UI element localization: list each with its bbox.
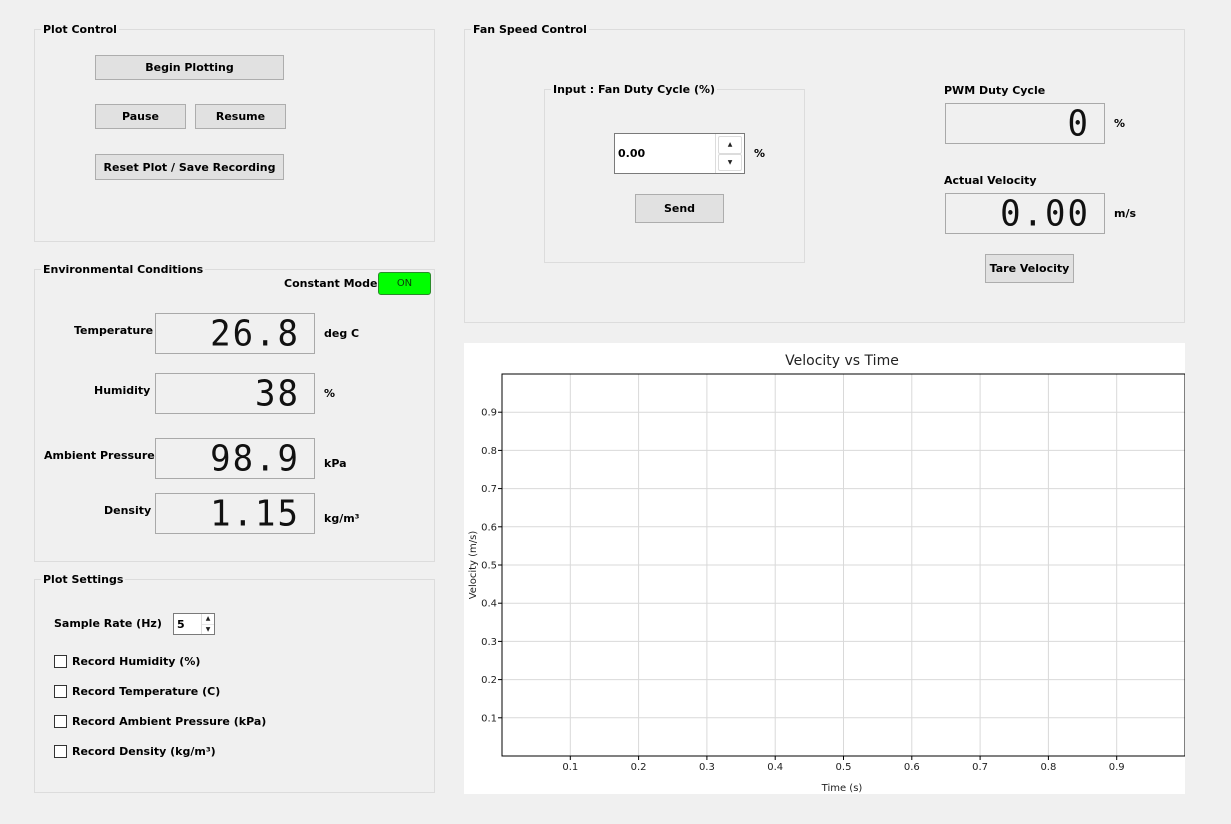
checkbox-label: Record Temperature (C) — [72, 685, 221, 698]
pressure-label: Ambient Pressure — [44, 449, 155, 462]
x-tick-label: 0.2 — [631, 762, 647, 773]
sample-rate-spinbox[interactable]: 5 ▲ ▼ — [173, 613, 215, 635]
humidity-display: 38 — [155, 373, 315, 414]
pressure-display: 98.9 — [155, 438, 315, 479]
x-tick-label: 0.1 — [562, 762, 578, 773]
sample-rate-value: 5 — [177, 617, 185, 631]
x-tick-label: 0.9 — [1109, 762, 1125, 773]
y-tick-label: 0.5 — [481, 561, 497, 572]
chart-title: Velocity vs Time — [785, 353, 899, 369]
temperature-value: 26.8 — [210, 313, 300, 354]
fan-duty-input-group: Input : Fan Duty Cycle (%) — [544, 83, 805, 263]
checkbox-label: Record Ambient Pressure (kPa) — [72, 715, 267, 728]
y-tick-label: 0.3 — [481, 637, 497, 648]
fan-duty-unit: % — [754, 147, 766, 160]
x-axis-label: Time (s) — [821, 783, 863, 794]
density-value: 1.15 — [210, 493, 300, 534]
x-tick-label: 0.5 — [836, 762, 852, 773]
constant-mode-label: Constant Mode: — [284, 277, 382, 290]
y-tick-label: 0.4 — [481, 599, 497, 610]
temperature-label: Temperature — [74, 324, 154, 337]
pwm-duty-label: PWM Duty Cycle — [944, 84, 1046, 97]
pwm-duty-display: 0 — [945, 103, 1105, 144]
reset-plot-button[interactable]: Reset Plot / Save Recording — [95, 154, 284, 180]
checkbox-box[interactable] — [54, 745, 67, 758]
humidity-value: 38 — [255, 373, 300, 414]
checkbox-box[interactable] — [54, 715, 67, 728]
fan-duty-up-button[interactable]: ▲ — [718, 136, 742, 154]
velocity-chart-panel[interactable]: Velocity vs Time 0.1 0.2 0.3 0.4 0.5 0.6 0.7 0.… — [464, 343, 1186, 794]
temperature-display: 26.8 — [155, 313, 315, 354]
actual-velocity-value: 0.00 — [1000, 193, 1090, 234]
fan-duty-spinbox[interactable]: 0.00 ▲ ▼ — [614, 133, 745, 174]
pwm-duty-unit: % — [1114, 117, 1126, 130]
y-tick-label: 0.2 — [481, 675, 497, 686]
pwm-duty-value: 0 — [1067, 103, 1090, 144]
x-tick-label: 0.8 — [1040, 762, 1056, 773]
x-axis-ticks: 0.1 0.2 0.3 0.4 0.5 0.6 0.7 0.8 0.9 — [562, 756, 1125, 773]
chart-grid — [502, 374, 1185, 756]
record-pressure-checkbox[interactable]: Record Ambient Pressure (kPa) — [54, 715, 266, 728]
fan-duty-input-title: Input : Fan Duty Cycle (%) — [551, 83, 718, 96]
x-tick-label: 0.6 — [904, 762, 920, 773]
y-tick-label: 0.8 — [481, 446, 497, 457]
pressure-unit: kPa — [324, 457, 347, 470]
send-button[interactable]: Send — [635, 194, 724, 223]
pause-button[interactable]: Pause — [95, 104, 186, 129]
sample-rate-label: Sample Rate (Hz) — [54, 617, 162, 630]
fan-duty-value: 0.00 — [618, 147, 646, 160]
record-temperature-checkbox[interactable]: Record Temperature (C) — [54, 685, 220, 698]
y-tick-label: 0.7 — [481, 484, 497, 495]
actual-velocity-display: 0.00 — [945, 193, 1105, 234]
checkbox-label: Record Density (kg/m³) — [72, 745, 216, 758]
fan-control-title: Fan Speed Control — [471, 23, 589, 36]
y-tick-label: 0.9 — [481, 408, 497, 419]
y-tick-label: 0.1 — [481, 713, 497, 724]
y-axis-ticks: 0.1 0.2 0.3 0.4 0.5 0.6 0.7 0.8 0.9 — [481, 408, 502, 724]
actual-velocity-unit: m/s — [1114, 207, 1137, 220]
humidity-unit: % — [324, 387, 336, 400]
plot-settings-title: Plot Settings — [41, 573, 126, 586]
density-unit: kg/m³ — [324, 512, 360, 525]
record-density-checkbox[interactable]: Record Density (kg/m³) — [54, 745, 216, 758]
constant-mode-toggle[interactable]: ON — [378, 272, 431, 295]
x-tick-label: 0.4 — [767, 762, 783, 773]
begin-plotting-button[interactable]: Begin Plotting — [95, 55, 284, 80]
humidity-label: Humidity — [94, 384, 151, 397]
velocity-chart: Velocity vs Time 0.1 0.2 0.3 0.4 0.5 0.6 0.7 0.… — [468, 353, 1186, 794]
x-tick-label: 0.3 — [699, 762, 715, 773]
y-axis-label: Velocity (m/s) — [468, 531, 479, 600]
x-tick-label: 0.7 — [972, 762, 988, 773]
fan-duty-down-button[interactable]: ▼ — [718, 153, 742, 171]
density-label: Density — [104, 504, 152, 517]
environment-title: Environmental Conditions — [41, 263, 206, 276]
checkbox-box[interactable] — [54, 655, 67, 668]
density-display: 1.15 — [155, 493, 315, 534]
plot-control-title: Plot Control — [41, 23, 119, 36]
temperature-unit: deg C — [324, 327, 360, 340]
record-humidity-checkbox[interactable]: Record Humidity (%) — [54, 655, 200, 668]
checkbox-label: Record Humidity (%) — [72, 655, 201, 668]
resume-button[interactable]: Resume — [195, 104, 286, 129]
y-tick-label: 0.6 — [481, 522, 497, 533]
sample-rate-down-button[interactable]: ▼ — [202, 624, 214, 634]
tare-velocity-button[interactable]: Tare Velocity — [985, 254, 1074, 283]
pressure-value: 98.9 — [210, 438, 300, 479]
sample-rate-up-button[interactable]: ▲ — [202, 614, 214, 625]
checkbox-box[interactable] — [54, 685, 67, 698]
actual-velocity-label: Actual Velocity — [944, 174, 1037, 187]
